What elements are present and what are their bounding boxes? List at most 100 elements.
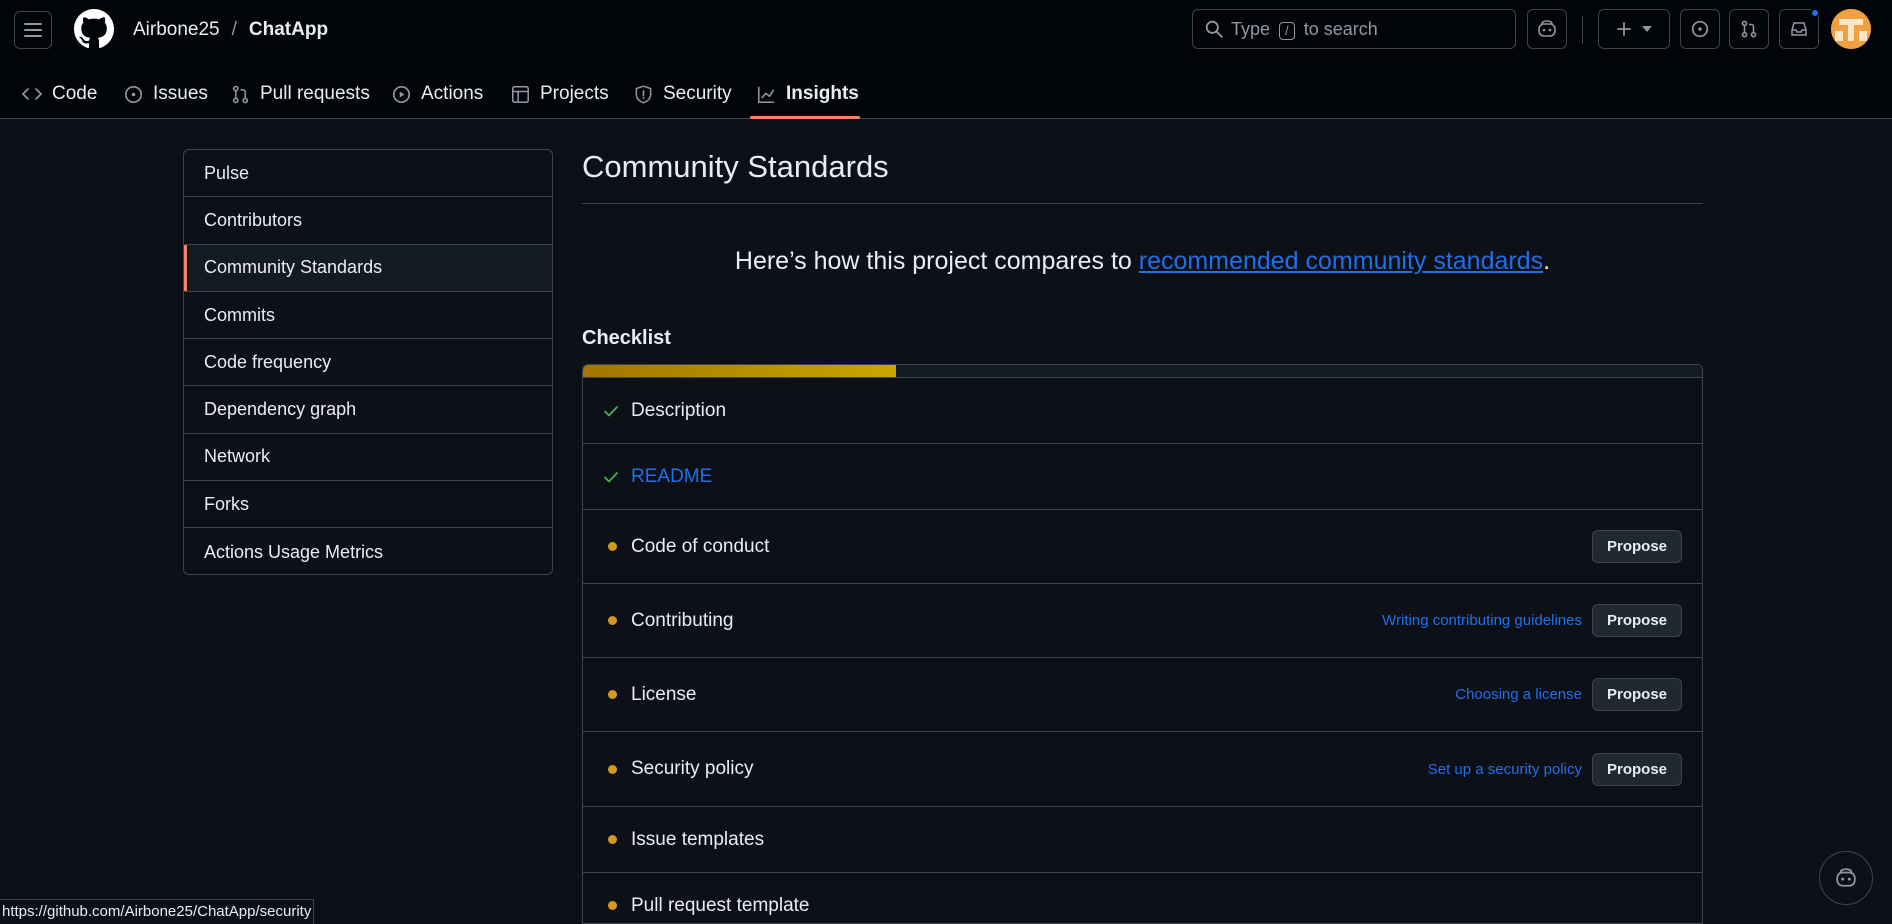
tab-insights[interactable]: Insights <box>757 70 859 118</box>
pending-dot-icon <box>608 690 617 699</box>
contributing-guidelines-link[interactable]: Writing contributing guidelines <box>1382 612 1582 629</box>
shield-icon <box>635 84 652 104</box>
copilot-button[interactable] <box>1527 9 1567 49</box>
copilot-chat-button[interactable] <box>1819 851 1873 905</box>
checklist-item-label: Contributing <box>631 609 734 631</box>
tab-projects[interactable]: Projects <box>511 70 609 118</box>
menu-button[interactable] <box>14 11 52 49</box>
search-shortcut-key: / <box>1279 21 1295 40</box>
active-tab-indicator <box>750 116 860 119</box>
sidebar-item-commits[interactable]: Commits <box>184 292 552 340</box>
tab-label: Issues <box>153 83 208 104</box>
avatar[interactable] <box>1831 9 1871 49</box>
tab-label: Pull requests <box>260 83 370 104</box>
table-icon <box>512 85 529 103</box>
pull-request-icon <box>232 85 249 103</box>
propose-license-button[interactable]: Propose <box>1591 678 1682 711</box>
checklist-title: Checklist <box>582 327 671 349</box>
propose-code-of-conduct-button[interactable]: Propose <box>1591 530 1682 563</box>
tab-label: Security <box>663 83 732 104</box>
checklist-item-label: Description <box>631 399 727 421</box>
copilot-icon <box>1538 20 1556 37</box>
checklist-item-security-policy: Security policy Set up a security policy… <box>583 732 1702 807</box>
progress-fill <box>583 365 897 377</box>
check-icon <box>604 471 618 482</box>
tab-label: Actions <box>421 83 484 104</box>
code-icon <box>22 88 42 100</box>
repo-name-link[interactable]: ChatApp <box>249 19 328 41</box>
search-placeholder: Type / to search <box>1231 18 1378 40</box>
breadcrumb: Airbone25 / ChatApp <box>133 19 328 41</box>
choosing-license-link[interactable]: Choosing a license <box>1455 686 1582 703</box>
checklist-item-label: License <box>631 683 697 705</box>
security-policy-link[interactable]: Set up a security policy <box>1428 761 1582 778</box>
sidebar-item-code-frequency[interactable]: Code frequency <box>184 339 552 387</box>
inbox-icon <box>1791 22 1807 36</box>
sidebar-item-community-standards[interactable]: Community Standards <box>184 244 552 292</box>
tab-security[interactable]: Security <box>634 70 732 118</box>
checklist-item-readme: README <box>583 444 1702 510</box>
hamburger-icon <box>24 23 42 37</box>
status-bar-url: https://github.com/Airbone25/ChatApp/sec… <box>0 899 315 924</box>
checklist-item-description: Description <box>583 378 1702 444</box>
propose-contributing-button[interactable]: Propose <box>1591 604 1682 637</box>
tab-pull-requests[interactable]: Pull requests <box>231 70 370 118</box>
pending-dot-icon <box>608 542 617 551</box>
pull-request-icon <box>1741 20 1757 38</box>
sidebar-item-pulse[interactable]: Pulse <box>184 150 552 198</box>
pending-dot-icon <box>608 764 617 774</box>
checklist-item-label: Security policy <box>631 758 754 779</box>
checklist-item-label: Pull request template <box>631 894 810 916</box>
play-icon <box>392 85 411 103</box>
checklist-item-issue-templates: Issue templates <box>583 807 1702 873</box>
sidebar-item-forks[interactable]: Forks <box>184 481 552 529</box>
tab-label: Insights <box>786 83 859 104</box>
top-bar: Airbone25 / ChatApp Type / to search <box>0 0 1892 60</box>
tab-actions[interactable]: Actions <box>392 70 483 118</box>
checklist-item-code-of-conduct: Code of conduct Propose <box>583 510 1702 584</box>
create-new-button[interactable] <box>1598 9 1670 49</box>
tab-label: Projects <box>540 83 609 104</box>
graph-icon <box>758 86 775 103</box>
page-title: Community Standards <box>582 149 1703 204</box>
plus-icon <box>1617 22 1631 36</box>
copilot-icon <box>1836 868 1856 887</box>
notification-dot <box>1810 8 1820 18</box>
pull-requests-button[interactable] <box>1729 9 1769 49</box>
sidebar-item-contributors[interactable]: Contributors <box>184 197 552 245</box>
repo-owner-link[interactable]: Airbone25 <box>133 19 220 41</box>
chevron-down-icon <box>1642 26 1652 32</box>
checklist-item-label: Code of conduct <box>631 535 770 557</box>
pending-dot-icon <box>608 616 617 625</box>
recommended-standards-link[interactable]: recommended community standards <box>1139 247 1543 275</box>
tab-issues[interactable]: Issues <box>124 70 208 118</box>
compare-text: Here’s how this project compares to reco… <box>734 247 1551 275</box>
repo-nav: Code Issues Pull requests Actions Projec… <box>0 70 1892 119</box>
checklist-item-contributing: Contributing Writing contributing guidel… <box>583 584 1702 658</box>
breadcrumb-separator: / <box>231 19 237 40</box>
check-icon <box>604 405 618 416</box>
main-content: Community Standards Here’s how this proj… <box>582 149 1703 924</box>
sidebar-item-actions-usage-metrics[interactable]: Actions Usage Metrics <box>184 528 552 574</box>
checklist-item-license: License Choosing a license Propose <box>583 658 1702 732</box>
issues-button[interactable] <box>1680 9 1720 49</box>
pending-dot-icon <box>608 835 617 844</box>
search-input[interactable]: Type / to search <box>1192 9 1516 49</box>
header-divider <box>1582 16 1583 44</box>
sidebar-item-dependency-graph[interactable]: Dependency graph <box>184 386 552 434</box>
issue-icon <box>1691 20 1709 38</box>
tab-label: Code <box>52 83 98 104</box>
insights-sidebar: Pulse Contributors Community Standards C… <box>183 149 553 575</box>
checklist-item-label: Issue templates <box>631 828 765 850</box>
propose-security-policy-button[interactable]: Propose <box>1591 752 1682 786</box>
issue-icon <box>124 85 143 103</box>
tab-code[interactable]: Code <box>22 70 97 118</box>
pending-dot-icon <box>608 901 617 910</box>
readme-link[interactable]: README <box>631 466 1682 488</box>
global-header: Airbone25 / ChatApp Type / to search Cod… <box>0 0 1892 119</box>
checklist-item-pull-request-template: Pull request template <box>583 873 1702 923</box>
progress-bar <box>583 365 1702 378</box>
sidebar-item-network[interactable]: Network <box>184 434 552 482</box>
checklist: Description README Code of conduct Propo… <box>582 364 1703 924</box>
github-logo-icon[interactable] <box>74 9 114 54</box>
